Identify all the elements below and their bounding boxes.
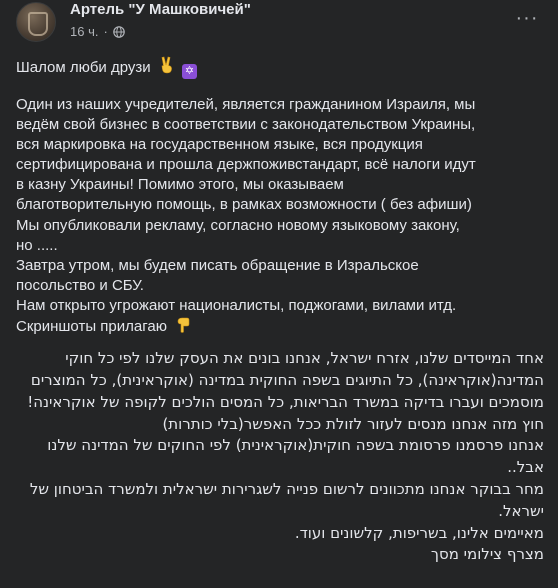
avatar[interactable] [16, 2, 56, 42]
text-line: сертифицирована и прошла держпоживстанда… [16, 156, 476, 174]
text-line: מחר בבוקר אנחנו מתכוונים לרשום פנייה לשג… [29, 479, 544, 498]
post-header: Артель "У Машковичей" 16 ч. · ··· [16, 0, 542, 48]
text-line: המדינה(אוקראינה), כל התיוגים בשפה החוקית… [30, 370, 544, 389]
greeting-line: Шалом люби друзи ✡ [16, 56, 544, 79]
text-line: Мы опубликовали рекламу, согласно новому… [16, 216, 460, 234]
meta-separator: · [103, 24, 108, 39]
screenshots-line: Скриншоты прилагаю [16, 316, 544, 337]
post-time[interactable]: 16 ч. [70, 24, 98, 39]
text-line: благотворительную помощь, в рамках возмо… [16, 196, 472, 214]
text-line: вся маркировка на государственном языке,… [16, 136, 423, 154]
text-line: אחד המייסדים שלנו, אזרח ישראל, אנחנו בונ… [65, 349, 544, 368]
globe-icon[interactable] [113, 25, 125, 38]
text-line: מצרף צילומי מסך [430, 545, 544, 564]
text-line: ישראל. [498, 501, 544, 520]
post-body: Шалом люби друзи ✡ Один из наших учредит… [16, 56, 544, 566]
more-options-button[interactable]: ··· [512, 6, 542, 30]
text-line: посольство и СБУ. [16, 276, 144, 294]
text-line: Завтра утром, мы будем писать обращение … [16, 256, 419, 274]
star-of-david-icon: ✡ [182, 64, 197, 79]
text-line: ведём свой бизнес в соответствии с закон… [16, 116, 476, 134]
greeting-text: Шалом люби друзи [16, 59, 151, 76]
author-name[interactable]: Артель "У Машковичей" [70, 1, 251, 18]
post-meta: 16 ч. · [70, 24, 125, 39]
screenshots-text: Скриншоты прилагаю [16, 318, 167, 336]
hebrew-text: אחד המייסדים שלנו, אזרח ישראל, אנחנו בונ… [16, 348, 544, 566]
avatar-logo [28, 12, 48, 36]
text-line: Нам открыто угрожают националисты, поджо… [16, 296, 457, 314]
russian-text: Один из наших учредителей, является граж… [16, 95, 544, 337]
text-line: в казну Украины! Помимо этого, мы оказыв… [16, 176, 344, 194]
victory-hand-icon [161, 56, 172, 74]
text-line: חוץ מזה אנחנו מנסים לעזור לזולת ככל האפש… [162, 414, 544, 433]
text-line: но ..... [16, 236, 58, 254]
text-line: אנחנו פרסמנו פרסומת בשפה חוקית(אוקראינית… [47, 436, 544, 455]
text-line: Один из наших учредителей, является граж… [16, 96, 476, 113]
text-line: מאיימים אלינו, בשריפות, קלשונים ועוד. [294, 523, 544, 542]
text-line: אבל.. [507, 458, 544, 477]
pointing-down-icon [177, 317, 190, 333]
text-line: מוסמכים ועברו בדיקה במשרד הבריאות, כל המ… [27, 392, 544, 411]
